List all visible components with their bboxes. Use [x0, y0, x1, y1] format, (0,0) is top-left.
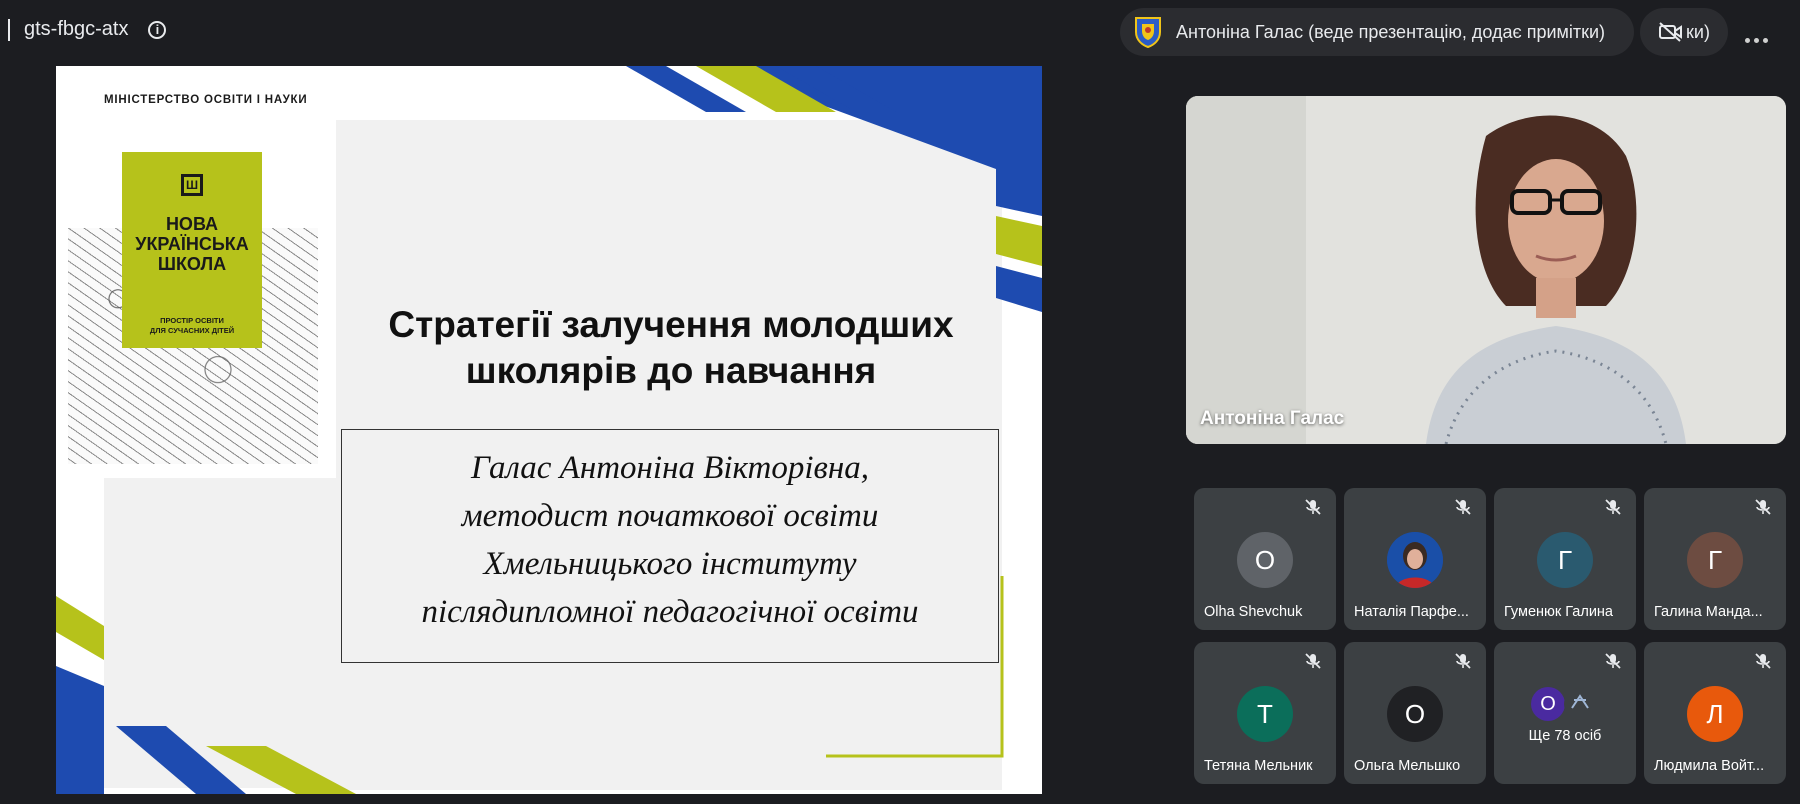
presenter-name: Антоніна Галас: [1200, 408, 1345, 429]
participant-name: Наталія Парфе...: [1354, 604, 1469, 620]
participant-name: Olha Shevchuk: [1204, 604, 1303, 620]
nus-subtitle: ПРОСТІР ОСВІТИ ДЛЯ СУЧАСНИХ ДІТЕЙ: [149, 316, 235, 335]
author-box: Галас Антоніна Вікторівна, методист поча…: [341, 429, 999, 663]
avatar: Т: [1237, 686, 1293, 742]
avatar: Л: [1687, 686, 1743, 742]
mic-off-icon: [1605, 499, 1621, 515]
crest-icon: [1135, 17, 1161, 48]
slide-panel-left: [104, 478, 336, 788]
avatar: Г: [1537, 532, 1593, 588]
participant-tile[interactable]: Наталія Парфе...: [1344, 488, 1486, 630]
presenter-figure: [1186, 96, 1786, 444]
divider: [8, 18, 10, 41]
presenter-video[interactable]: Антоніна Галас: [1186, 96, 1786, 444]
participant-name: Ольга Мельшко: [1354, 758, 1461, 774]
more-dots[interactable]: [1745, 30, 1772, 48]
participant-name: Тетяна Мельник: [1204, 758, 1313, 774]
avatar: О: [1387, 686, 1443, 742]
more-participants-label: Ще 78 осіб: [1528, 728, 1602, 744]
nus-title: НОВА УКРАЇНСЬКА ШКОЛА: [135, 214, 249, 274]
mic-off-icon: [1755, 653, 1771, 669]
mic-off-icon: [1455, 499, 1471, 515]
ministry-label: МІНІСТЕРСТВО ОСВІТИ І НАУКИ: [104, 94, 308, 106]
participant-tile[interactable]: Г Галина Манда...: [1644, 488, 1786, 630]
participant-tile[interactable]: Л Людмила Войт...: [1644, 642, 1786, 784]
nus-logo-block: Ш НОВА УКРАЇНСЬКА ШКОЛА ПРОСТІР ОСВІТИ Д…: [122, 152, 262, 348]
meeting-code: gts-fbgc-atx i: [8, 18, 167, 41]
participant-name: Людмила Войт...: [1654, 758, 1765, 774]
meeting-code-text: gts-fbgc-atx: [24, 18, 129, 40]
participant-name: Гуменюк Галина: [1504, 604, 1613, 620]
more-participants-tile[interactable]: О Ще 78 осіб: [1494, 642, 1636, 784]
avatar: О: [1237, 532, 1293, 588]
camera-label: ки): [1686, 21, 1710, 42]
nus-logo-icon: Ш: [181, 174, 203, 196]
mic-off-icon: [1455, 653, 1471, 669]
presentation-slide: МІНІСТЕРСТВО ОСВІТИ І НАУКИ Ш НОВА УКРАЇ…: [56, 66, 1042, 794]
avatar: Г: [1687, 532, 1743, 588]
participant-tile[interactable]: О Olha Shevchuk: [1194, 488, 1336, 630]
avatar-initial: О: [1540, 692, 1556, 715]
slide-title: Стратегії залучення молодших школярів до…: [388, 304, 954, 391]
presenter-indicator[interactable]: Антоніна Галас (веде презентацію, додає …: [1120, 8, 1634, 56]
participant-tile[interactable]: Т Тетяна Мельник: [1194, 642, 1336, 784]
camera-off-button[interactable]: ки): [1640, 8, 1728, 56]
presenter-label: Антоніна Галас (веде презентацію, додає …: [1176, 21, 1606, 42]
mic-off-icon: [1305, 653, 1321, 669]
participant-tile[interactable]: О Ольга Мельшко: [1344, 642, 1486, 784]
top-bar: gts-fbgc-atx i Антоніна Галас (веде през…: [0, 0, 1800, 64]
mic-off-icon: [1305, 499, 1321, 515]
participant-name: Галина Манда...: [1654, 604, 1763, 620]
mic-off-icon: [1755, 499, 1771, 515]
camera-off-icon: [1659, 22, 1683, 42]
mic-off-icon: [1605, 653, 1621, 669]
participant-tile[interactable]: Г Гуменюк Галина: [1494, 488, 1636, 630]
info-icon[interactable]: i: [148, 20, 167, 39]
avatar-photo: [1387, 532, 1443, 588]
